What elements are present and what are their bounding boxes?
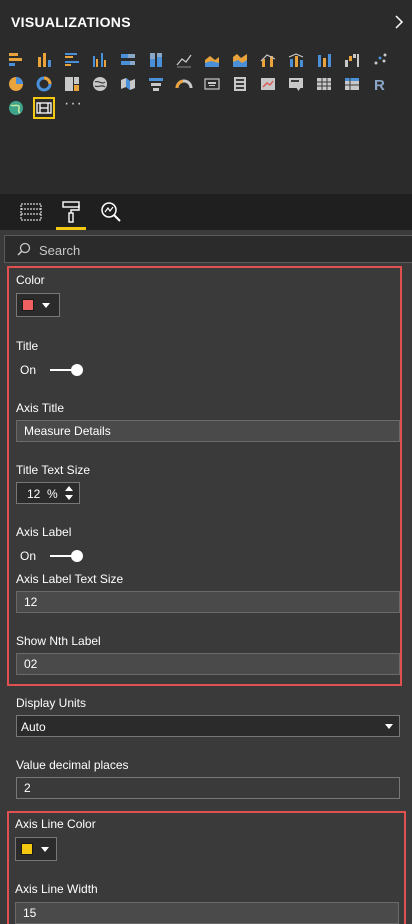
funnel-icon[interactable] [145,73,167,95]
100-percent-stacked-bar-icon[interactable] [117,49,139,71]
caret-down-icon [41,846,49,852]
kpi-icon[interactable] [257,73,279,95]
title-color-picker[interactable] [16,293,60,317]
treemap-icon[interactable] [61,73,83,95]
matrix-icon[interactable] [341,73,363,95]
clustered-bar-chart-icon[interactable] [61,49,83,71]
display-units-value: Auto [21,720,46,734]
panel-title: VISUALIZATIONS [11,14,131,30]
donut-chart-icon[interactable] [33,73,55,95]
display-units-label: Display Units [16,696,87,710]
axis-line-color-label: Axis Line Color [15,817,96,831]
line-and-stacked-column-icon[interactable] [285,49,307,71]
search-box [4,235,412,263]
stepper-up-icon[interactable] [65,486,73,491]
pane-tabs [0,194,412,230]
visualization-gallery: R ··· [0,44,412,194]
axis-title-input[interactable]: Measure Details [16,420,400,442]
format-tab[interactable] [52,194,90,230]
title-label: Title [16,339,39,353]
axis-label-toggle[interactable]: On [20,549,83,563]
caret-down-icon [385,724,393,729]
title-toggle-state: On [20,363,37,377]
gauge-icon[interactable] [173,73,195,95]
visualizations-header: VISUALIZATIONS [0,0,412,44]
axis-label-text-size-input[interactable]: 12 [16,591,400,613]
custom-visual-icon[interactable] [33,97,55,119]
search-icon [17,242,31,256]
pie-chart-icon[interactable] [5,73,27,95]
stacked-area-chart-icon[interactable] [229,49,251,71]
axis-line-width-input[interactable]: 15 [15,902,399,924]
chevron-right-icon[interactable] [392,13,406,31]
axis-title-label: Axis Title [16,401,65,415]
line-and-column-chart-icon[interactable] [257,49,279,71]
fields-icon [20,203,42,221]
show-nth-label-label: Show Nth Label [16,634,101,648]
ribbon-chart-icon[interactable] [313,49,335,71]
globe-map-icon[interactable] [5,97,27,119]
100-percent-stacked-column-icon[interactable] [145,49,167,71]
show-nth-label-input[interactable]: 02 [16,653,400,675]
fields-tab[interactable] [12,194,50,230]
line-chart-icon[interactable] [173,49,195,71]
caret-down-icon [42,302,50,308]
card-icon[interactable] [201,73,223,95]
waterfall-chart-icon[interactable] [341,49,363,71]
color-swatch [22,299,34,311]
axis-label-label: Axis Label [16,525,72,539]
clustered-column-chart-icon[interactable] [89,49,111,71]
axis-line-width-label: Axis Line Width [15,882,98,896]
title-toggle[interactable]: On [20,363,83,377]
toggle-knob [71,364,83,376]
toggle-track [50,364,83,376]
axis-label-toggle-state: On [20,549,37,563]
display-units-dropdown[interactable]: Auto [16,715,400,737]
stacked-bar-chart-icon[interactable] [5,49,27,71]
stacked-column-chart-icon[interactable] [33,49,55,71]
toggle-track [50,550,83,562]
slicer-icon[interactable] [285,73,307,95]
title-text-size-label: Title Text Size [16,463,91,477]
axis-label-text-size-label: Axis Label Text Size [16,572,124,586]
area-chart-icon[interactable] [201,49,223,71]
stepper-down-icon[interactable] [65,495,73,500]
multi-row-card-icon[interactable] [229,73,251,95]
paint-roller-icon [62,201,80,223]
analytics-icon [101,202,121,222]
analytics-tab[interactable] [92,194,130,230]
value-decimal-places-input[interactable]: 2 [16,777,400,799]
map-icon[interactable] [89,73,111,95]
title-text-size-value: 12 [27,487,41,501]
axis-line-color-picker[interactable] [15,837,57,861]
filled-map-icon[interactable] [117,73,139,95]
scatter-chart-icon[interactable] [369,49,391,71]
svg-text:R: R [374,77,385,93]
toggle-knob [71,550,83,562]
search-input[interactable] [39,240,399,260]
table-icon[interactable] [313,73,335,95]
more-icon[interactable]: ··· [64,96,83,112]
color-swatch [21,843,33,855]
title-text-size-unit: % [47,487,58,501]
title-text-size-stepper[interactable]: 12 % [16,482,80,504]
value-decimal-places-label: Value decimal places [16,758,129,772]
color-label: Color [16,273,45,287]
r-script-icon[interactable]: R [369,73,391,95]
